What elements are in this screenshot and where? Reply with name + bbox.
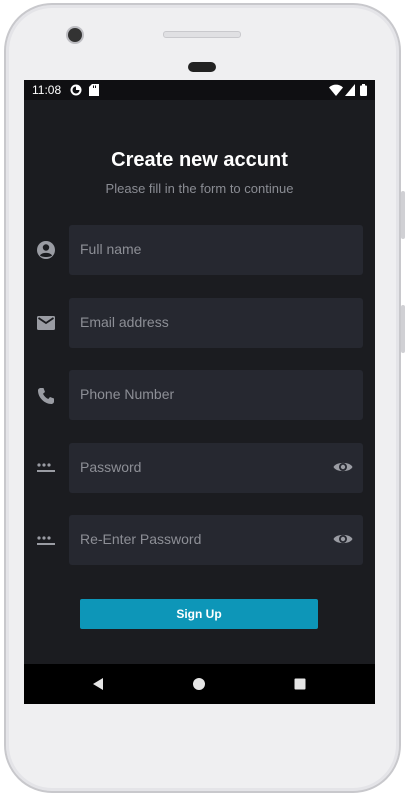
app-notification-icon: [70, 84, 82, 96]
front-camera: [68, 28, 82, 42]
re-enter-password-field[interactable]: Re-Enter Password: [69, 515, 363, 565]
sd-card-icon: [89, 84, 99, 96]
page-title: Create new accunt: [111, 149, 288, 171]
re-enter-password-placeholder: Re-Enter Password: [80, 531, 202, 547]
eye-icon[interactable]: [333, 531, 353, 547]
full-name-field[interactable]: Full name: [69, 225, 363, 275]
mail-icon: [37, 316, 55, 330]
eye-icon[interactable]: [333, 459, 353, 475]
battery-icon: [360, 84, 367, 96]
page-subtitle: Please fill in the form to continue: [105, 181, 294, 196]
speaker-grille: [163, 31, 241, 38]
back-icon[interactable]: [90, 676, 106, 692]
signal-icon: [345, 84, 355, 96]
earpiece: [188, 62, 216, 72]
phone-number-placeholder: Phone Number: [80, 386, 175, 402]
password-dots-icon: [37, 536, 55, 545]
full-name-placeholder: Full name: [80, 241, 142, 257]
navigation-bar: [24, 664, 375, 704]
email-field[interactable]: Email address: [69, 298, 363, 348]
phone-icon: [38, 388, 54, 404]
password-field[interactable]: Password: [69, 443, 363, 493]
status-time: 11:08: [32, 83, 62, 97]
email-placeholder: Email address: [80, 314, 169, 330]
person-icon: [37, 241, 55, 259]
phone-number-field[interactable]: Phone Number: [69, 370, 363, 420]
sign-up-button[interactable]: Sign Up: [80, 599, 318, 629]
app-screen: 11:08 Create new accunt Please fill in t…: [24, 80, 375, 704]
recents-icon[interactable]: [292, 676, 308, 692]
password-placeholder: Password: [80, 459, 142, 475]
status-bar: 11:08: [24, 80, 375, 100]
password-dots-icon: [37, 463, 55, 472]
wifi-icon: [329, 84, 343, 96]
home-icon[interactable]: [191, 676, 207, 692]
volume-button: [401, 191, 405, 239]
power-button: [401, 305, 405, 353]
